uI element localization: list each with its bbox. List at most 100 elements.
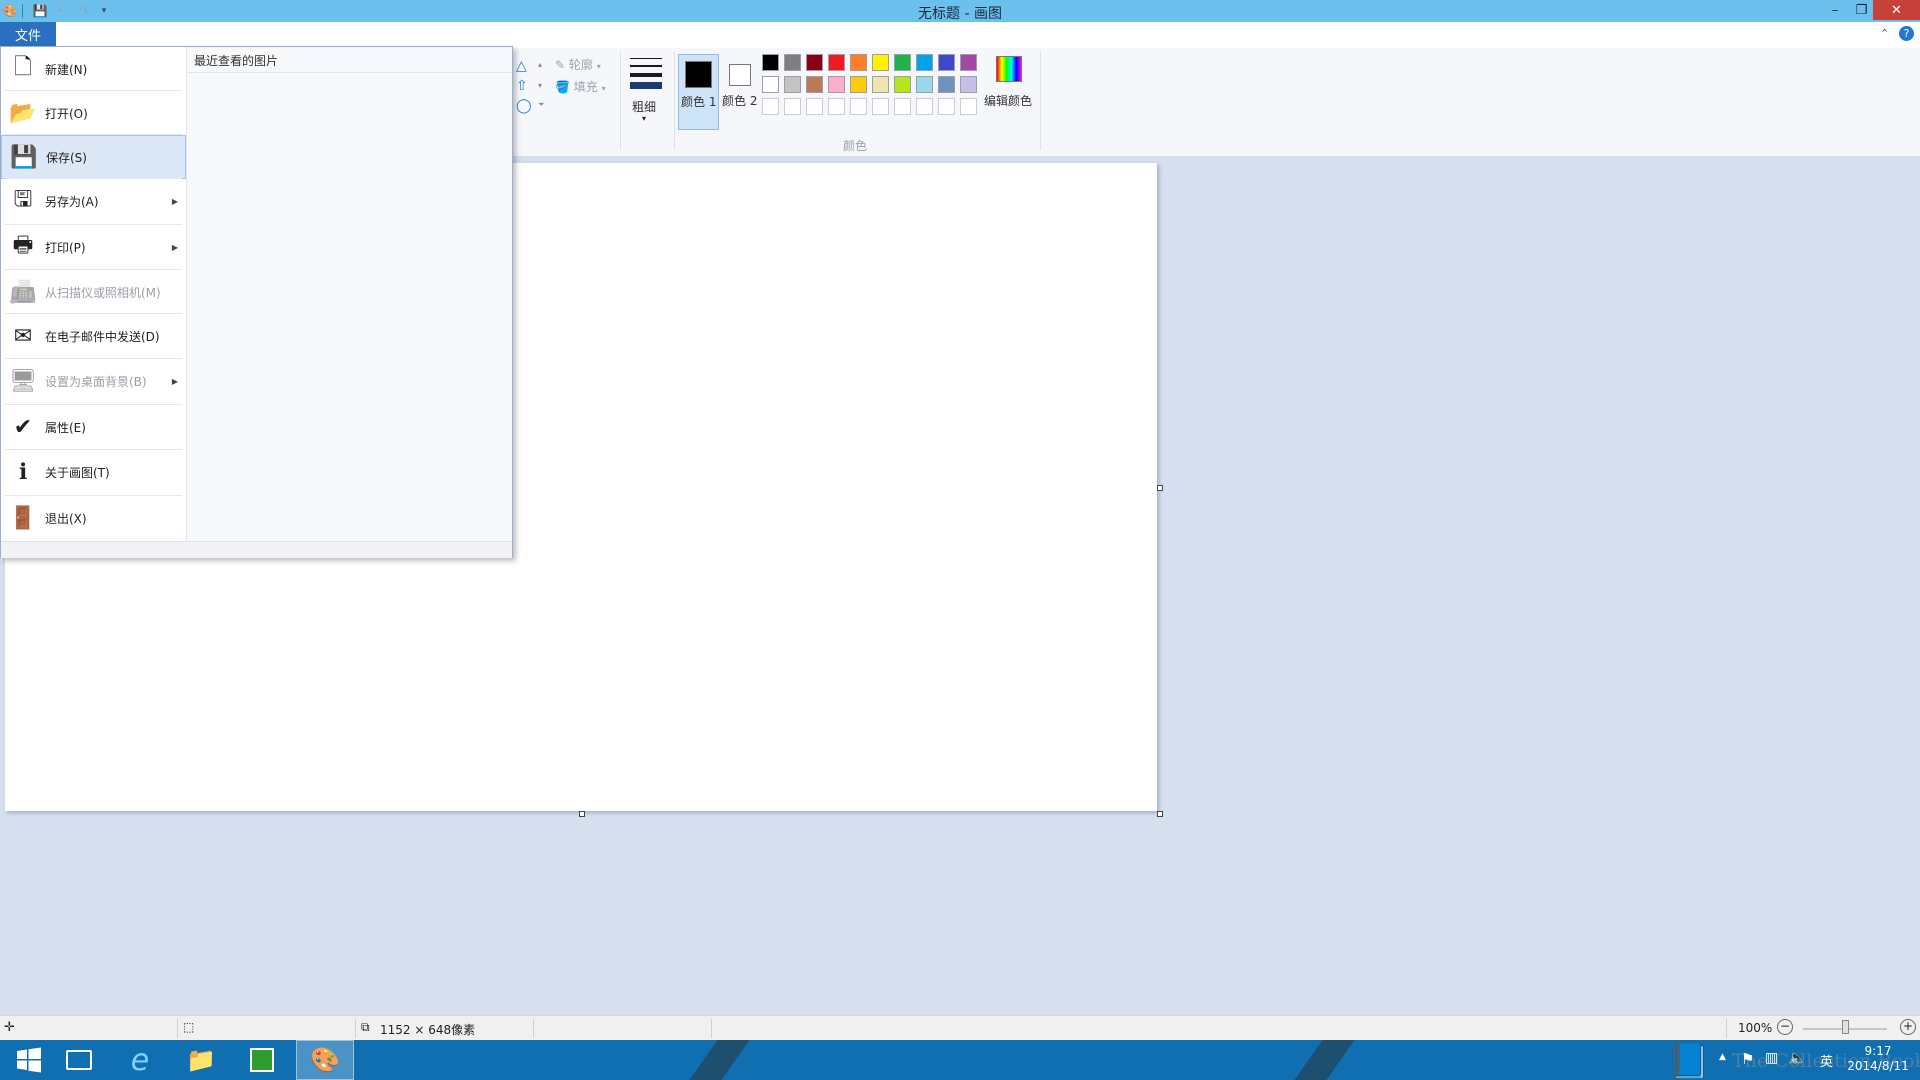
canvas-resize-handle-bottom[interactable] (579, 811, 585, 817)
palette-swatch[interactable] (894, 76, 911, 93)
size-line-thick-icon (630, 73, 662, 77)
recent-pictures-header: 最近查看的图片 (194, 54, 279, 68)
taskbar-clock[interactable]: 9:17 2014/8/11 (1843, 1044, 1913, 1074)
show-hidden-icons-icon[interactable]: ▲ (1719, 1052, 1726, 1062)
triangle-shape-icon[interactable]: △ (516, 58, 527, 74)
color1-swatch (685, 61, 712, 88)
file-menu-item[interactable]: 🖫 另存为(A) ▶ (1, 179, 186, 223)
palette-swatch[interactable] (828, 98, 845, 115)
palette-swatch[interactable] (916, 98, 933, 115)
color2-swatch (729, 64, 751, 86)
size-label: 粗细 (632, 100, 657, 114)
palette-swatch[interactable] (784, 54, 801, 71)
file-menu-item[interactable]: 🚪 退出(X) (1, 496, 186, 540)
zoom-out-button[interactable]: − (1777, 1019, 1793, 1035)
shapes-more-icon[interactable]: ⏷ (538, 100, 544, 110)
file-menu-item-label: 退出(X) (45, 511, 87, 526)
file-menu-item-label: 新建(N) (45, 62, 88, 77)
palette-swatch[interactable] (762, 54, 779, 71)
minimize-button[interactable]: – (1820, 0, 1850, 20)
arrow-shape-icon[interactable]: ⇧ (516, 78, 528, 94)
palette-swatch[interactable] (872, 76, 889, 93)
palette-swatch[interactable] (828, 76, 845, 93)
internet-explorer-icon[interactable]: e (111, 1040, 169, 1080)
taskbar: e 📁 🎨 📘 The Collection Book ▲ ⚑ ▥ 🔈 英 9:… (0, 1040, 1920, 1080)
palette-swatch[interactable] (850, 98, 867, 115)
taskbar-decor-stripe (1280, 1040, 1362, 1080)
color2-button[interactable]: 颜色 2 (720, 54, 760, 130)
palette-swatch[interactable] (806, 54, 823, 71)
callout-shape-icon[interactable]: ◯ (516, 98, 532, 114)
palette-swatch[interactable] (960, 76, 977, 93)
palette-swatch[interactable] (806, 76, 823, 93)
shapes-scroll-down-icon[interactable]: ▾ (538, 81, 542, 90)
palette-swatch[interactable] (960, 54, 977, 71)
size-button[interactable]: 粗细 ▾ (628, 54, 664, 134)
fill-button[interactable]: 🪣 填充 ▾ (555, 78, 606, 95)
palette-swatch[interactable] (850, 76, 867, 93)
file-explorer-icon[interactable]: 📁 (172, 1040, 230, 1080)
palette-swatch[interactable] (938, 76, 955, 93)
palette-swatch[interactable] (762, 76, 779, 93)
store-bag-icon (250, 1048, 274, 1072)
canvas-resize-handle-corner[interactable] (1157, 811, 1163, 817)
file-menu-item[interactable]: 📂 打开(O) (1, 91, 186, 135)
outline-button[interactable]: ✎ 轮廓 ▾ (555, 56, 601, 73)
minimize-ribbon-icon[interactable]: ⌃ (1880, 27, 1889, 40)
input-method-indicator[interactable]: 英 (1820, 1051, 1833, 1070)
canvas-resize-handle-right[interactable] (1157, 485, 1163, 491)
exit-icon: 🚪 (9, 505, 37, 531)
palette-swatch[interactable] (916, 54, 933, 71)
network-icon[interactable]: ▥ (1765, 1050, 1778, 1066)
file-menu-item[interactable]: ✔ 属性(E) (1, 405, 186, 449)
palette-swatch[interactable] (784, 76, 801, 93)
file-menu-item: 📠 从扫描仪或照相机(M) (1, 270, 186, 314)
color1-label: 颜色 1 (681, 95, 717, 109)
file-menu-item-label: 打开(O) (45, 106, 88, 121)
desktop-background-icon: 🖥 (9, 368, 37, 394)
ribbon-tab-strip: ⌃ ? (0, 22, 1920, 49)
color1-button[interactable]: 颜色 1 (678, 54, 719, 130)
shapes-scroll-up-icon[interactable]: ▴ (538, 60, 542, 69)
palette-swatch[interactable] (938, 54, 955, 71)
zoom-slider-thumb[interactable] (1842, 1020, 1849, 1034)
file-menu-item[interactable]: 🗋 新建(N) (1, 47, 186, 91)
task-view-icon[interactable] (50, 1040, 108, 1080)
edit-colors-button[interactable]: 编辑颜色 (984, 54, 1036, 134)
palette-swatch[interactable] (894, 54, 911, 71)
volume-icon[interactable]: 🔈 (1788, 1049, 1807, 1067)
file-menu-tab[interactable]: 文件 (0, 22, 56, 46)
palette-swatch[interactable] (784, 98, 801, 115)
file-menu-item-label: 设置为桌面背景(B) (45, 374, 147, 389)
palette-swatch[interactable] (938, 98, 955, 115)
edit-colors-label: 编辑颜色 (984, 94, 1033, 108)
selection-size-icon: ⬚ (183, 1020, 195, 1034)
file-menu-footer (1, 541, 512, 558)
file-menu-panel: 🗋 新建(N) 📂 打开(O) 💾 保存(S) 🖫 另存为(A) ▶ 🖶 打印(P) ▶ 📠 从扫描仪或照… (0, 46, 513, 558)
palette-swatch[interactable] (762, 98, 779, 115)
restore-button[interactable]: ❐ (1850, 0, 1873, 20)
palette-swatch[interactable] (872, 98, 889, 115)
palette-swatch[interactable] (916, 76, 933, 93)
action-center-flag-icon[interactable]: ⚑ (1741, 1050, 1754, 1068)
help-icon[interactable]: ? (1899, 26, 1914, 41)
zoom-in-button[interactable]: + (1900, 1019, 1916, 1035)
palette-swatch[interactable] (850, 54, 867, 71)
close-button[interactable]: ✕ (1873, 0, 1920, 20)
palette-swatch[interactable] (872, 54, 889, 71)
windows-store-icon[interactable] (233, 1040, 291, 1080)
file-menu-item[interactable]: ℹ 关于画图(T) (1, 450, 186, 494)
file-menu-item: 🖥 设置为桌面背景(B) ▶ (1, 359, 186, 403)
palette-swatch[interactable] (806, 98, 823, 115)
file-menu-item[interactable]: 🖶 打印(P) ▶ (1, 225, 186, 269)
file-menu-item-label: 在电子邮件中发送(D) (45, 329, 160, 344)
submenu-arrow-icon: ▶ (171, 196, 178, 206)
palette-swatch[interactable] (894, 98, 911, 115)
palette-swatch[interactable] (828, 54, 845, 71)
new-file-icon: 🗋 (14, 55, 32, 80)
paint-taskbar-button[interactable]: 🎨 (296, 1040, 354, 1080)
file-menu-item[interactable]: 💾 保存(S) (1, 135, 186, 179)
fill-bucket-icon: 🪣 (555, 80, 570, 94)
palette-swatch[interactable] (960, 98, 977, 115)
file-menu-item[interactable]: ✉ 在电子邮件中发送(D) (1, 314, 186, 358)
